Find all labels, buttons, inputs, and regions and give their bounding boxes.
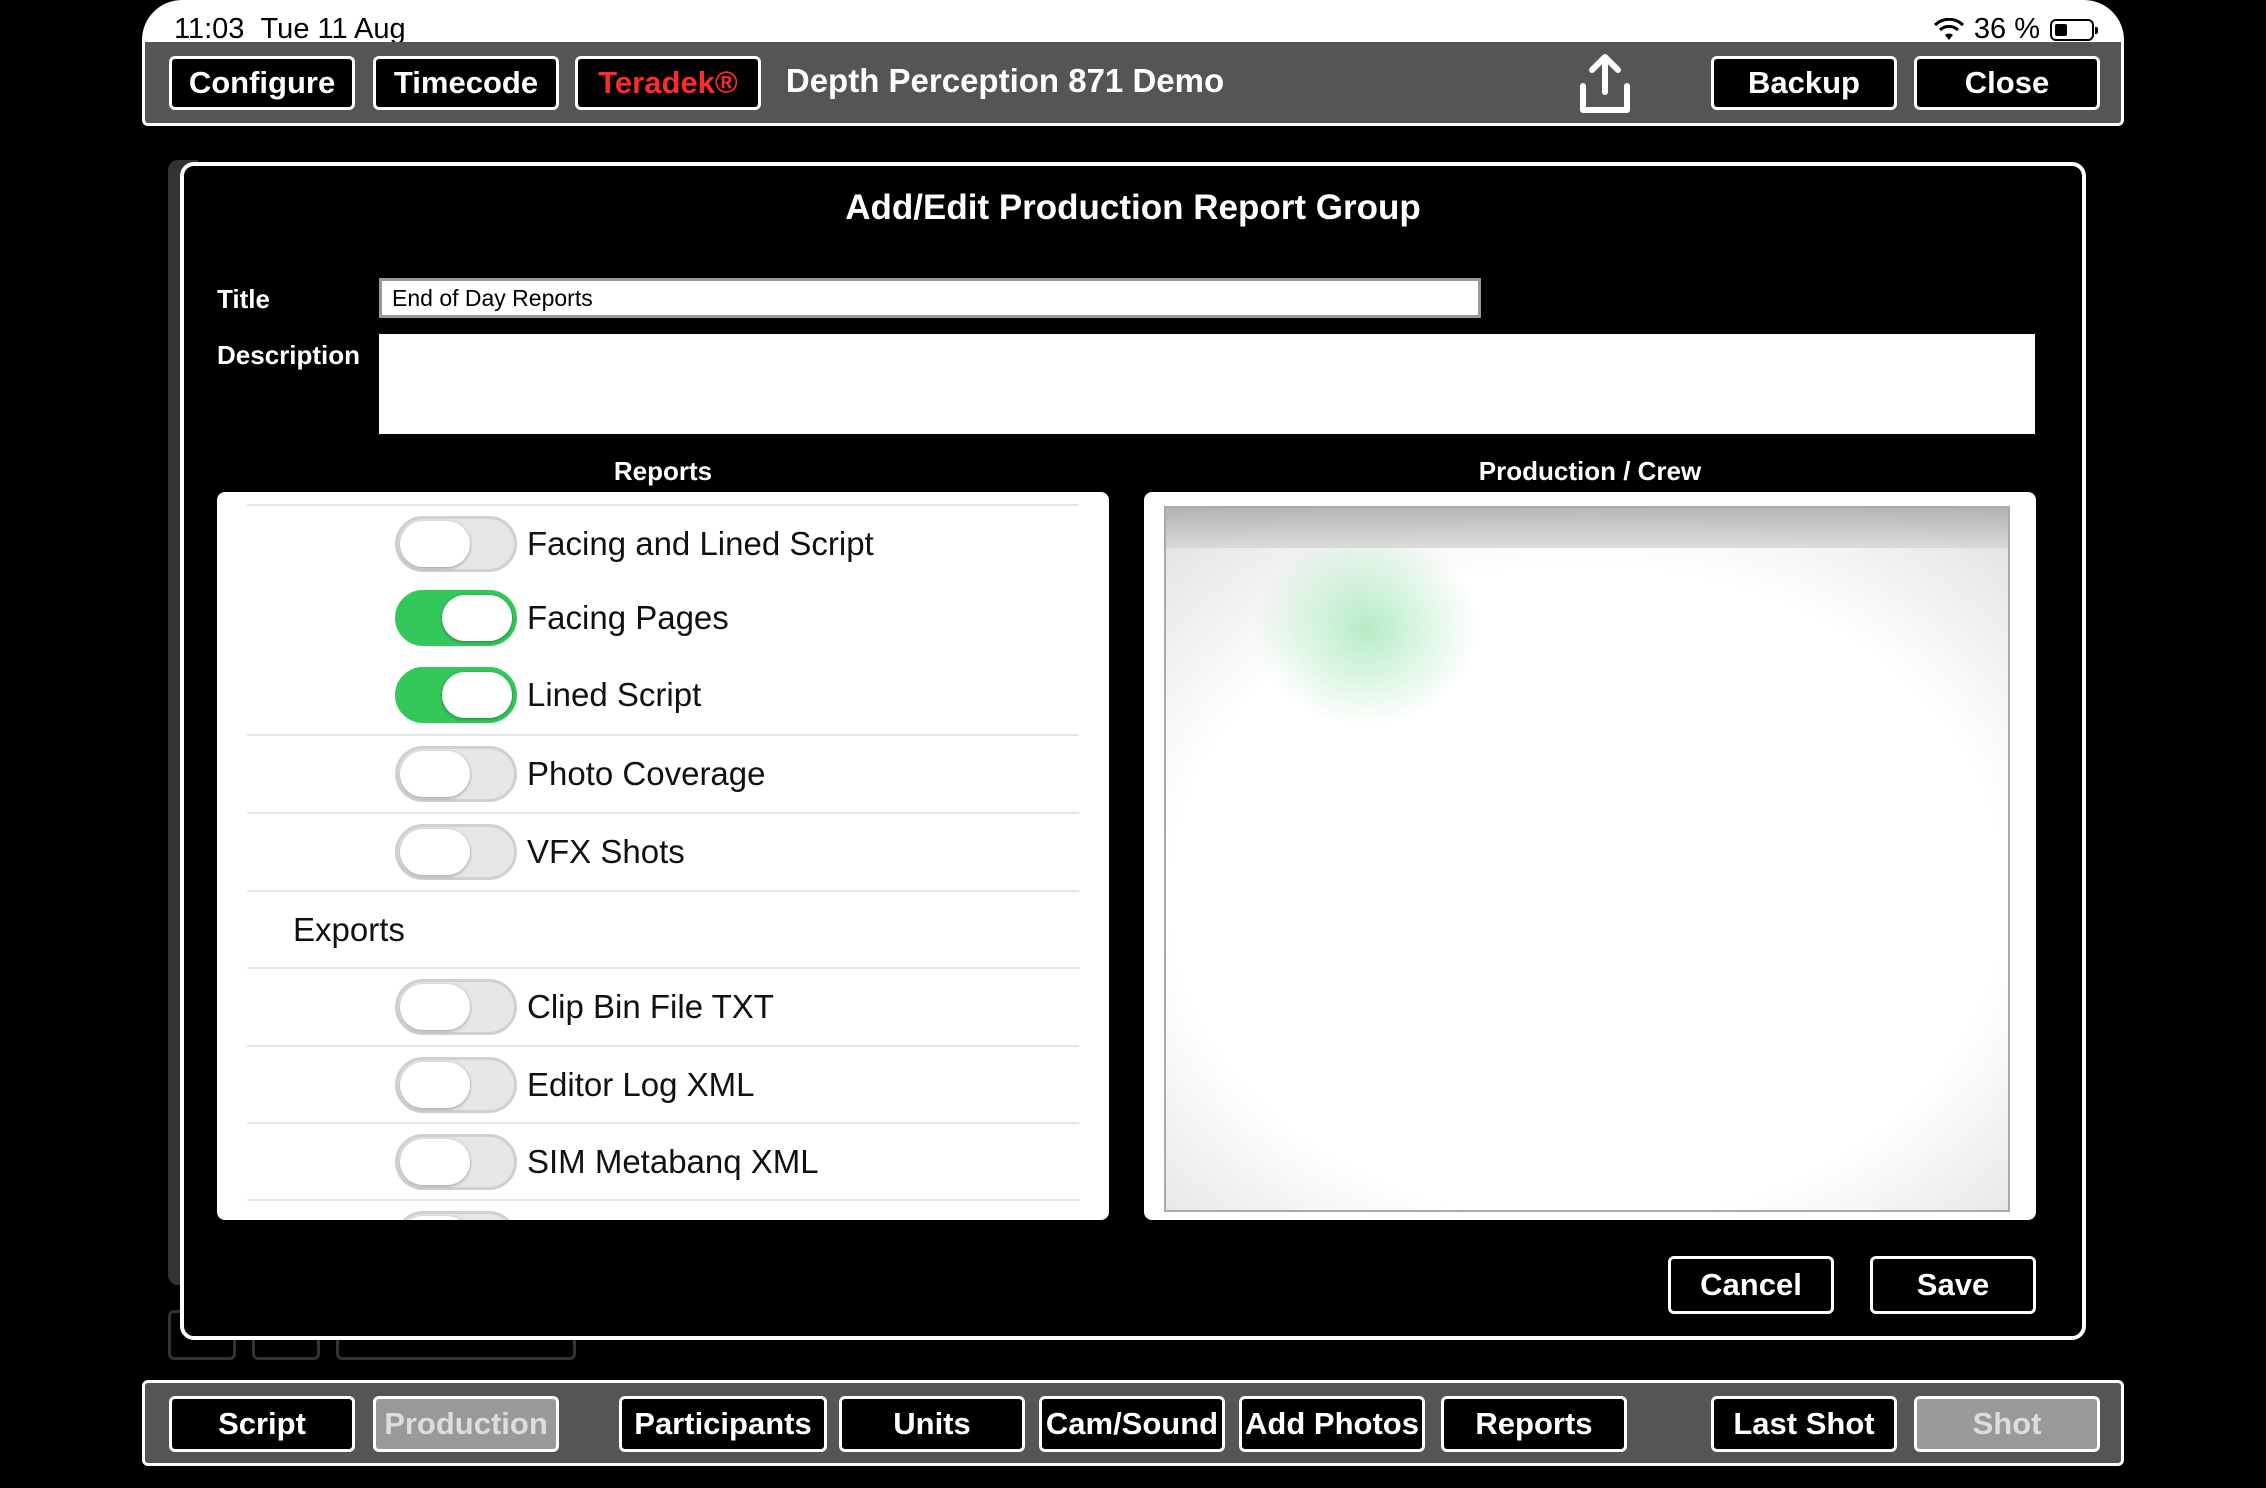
cancel-button[interactable]: Cancel: [1668, 1256, 1834, 1314]
toggle-switch[interactable]: [395, 516, 517, 572]
export-row-editor-log[interactable]: Editor Log XML: [247, 1045, 1079, 1123]
toggle-switch[interactable]: [395, 824, 517, 880]
crew-list-blurred: [1164, 506, 2010, 1212]
crew-heading: Production / Crew: [1478, 456, 1702, 486]
description-input[interactable]: [379, 334, 2035, 434]
list-item-partial: [247, 1199, 1079, 1220]
clock-text: 11:03: [174, 13, 245, 45]
backup-button[interactable]: Backup: [1711, 56, 1897, 110]
report-label: Facing Pages: [527, 599, 729, 636]
tab-last-shot[interactable]: Last Shot: [1711, 1396, 1897, 1452]
exports-section-header: Exports: [247, 890, 1079, 968]
tab-units[interactable]: Units: [839, 1396, 1025, 1452]
toggle-switch[interactable]: [395, 1057, 517, 1113]
toggle-switch[interactable]: [395, 979, 517, 1035]
save-button[interactable]: Save: [1870, 1256, 2036, 1314]
report-label: Lined Script: [527, 676, 702, 713]
tab-participants[interactable]: Participants: [619, 1396, 827, 1452]
title-label: Title: [217, 284, 270, 314]
export-label: SIM Metabanq XML: [527, 1143, 819, 1180]
toggle-switch[interactable]: [395, 590, 517, 646]
production-report-group-dialog: Add/Edit Production Report Group Title D…: [180, 162, 2086, 1340]
report-row-facing-lined[interactable]: Facing and Lined Script: [247, 504, 1079, 582]
timecode-button[interactable]: Timecode: [373, 56, 559, 110]
battery-icon: [2050, 18, 2098, 41]
configure-button[interactable]: Configure: [169, 56, 355, 110]
report-label: Facing and Lined Script: [527, 525, 874, 562]
report-label: VFX Shots: [527, 833, 685, 870]
close-button[interactable]: Close: [1914, 56, 2100, 110]
status-bar: 11:03 Tue 11 Aug 36 %: [142, 0, 2124, 45]
reports-heading: Reports: [613, 456, 713, 486]
share-icon[interactable]: [1575, 52, 1635, 116]
report-row-lined-script[interactable]: Lined Script: [247, 657, 1079, 733]
export-row-sim-metabanq[interactable]: SIM Metabanq XML: [247, 1122, 1079, 1200]
toggle-switch[interactable]: [395, 746, 517, 802]
app-title: Depth Perception 871 Demo: [785, 62, 1225, 99]
toggle-switch[interactable]: [395, 1134, 517, 1190]
report-row-facing-pages[interactable]: Facing Pages: [247, 580, 1079, 656]
production-crew-panel[interactable]: [1144, 492, 2036, 1220]
dialog-title: Add/Edit Production Report Group: [845, 188, 1421, 227]
export-row-clip-bin[interactable]: Clip Bin File TXT: [247, 967, 1079, 1045]
tab-script[interactable]: Script: [169, 1396, 355, 1452]
description-label: Description: [217, 340, 361, 370]
export-label: Clip Bin File TXT: [527, 988, 774, 1025]
tab-add-photos[interactable]: Add Photos: [1239, 1396, 1425, 1452]
wifi-icon: [1933, 17, 1964, 40]
tab-cam-sound[interactable]: Cam/Sound: [1039, 1396, 1225, 1452]
teradek-button[interactable]: Teradek®: [575, 56, 761, 110]
tab-production[interactable]: Production: [373, 1396, 559, 1452]
tab-reports[interactable]: Reports: [1441, 1396, 1627, 1452]
title-input[interactable]: [379, 278, 1481, 318]
report-label: Photo Coverage: [527, 755, 766, 792]
export-label: Editor Log XML: [527, 1066, 755, 1103]
bottom-tab-bar: Script Production Participants Units Cam…: [142, 1380, 2124, 1466]
reports-list[interactable]: Facing and Lined Script Facing Pages Lin…: [217, 492, 1109, 1220]
report-row-vfx-shots[interactable]: VFX Shots: [247, 812, 1079, 890]
top-toolbar: Configure Timecode Teradek® Depth Percep…: [142, 42, 2124, 126]
report-row-photo-coverage[interactable]: Photo Coverage: [247, 734, 1079, 812]
date-text: Tue 11 Aug: [260, 13, 406, 45]
toggle-switch[interactable]: [395, 667, 517, 723]
tab-shot[interactable]: Shot: [1914, 1396, 2100, 1452]
toggle-switch: [395, 1211, 517, 1220]
exports-heading: Exports: [293, 911, 405, 948]
